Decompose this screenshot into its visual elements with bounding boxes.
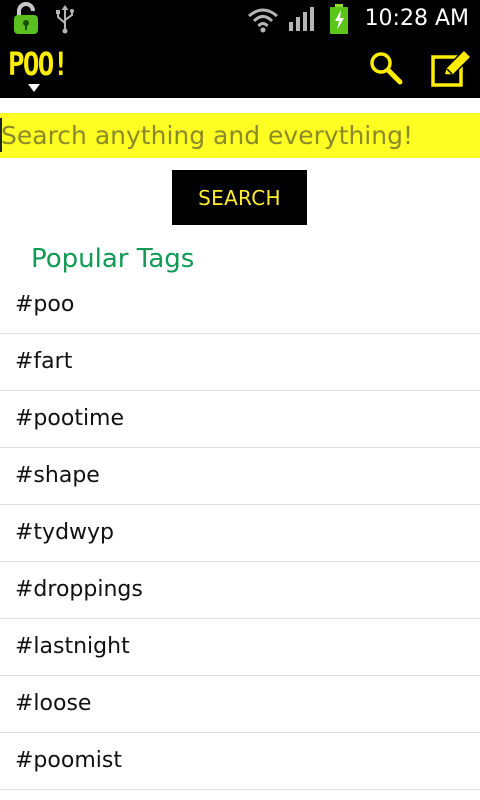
caret-down-icon: [28, 84, 40, 92]
usb-icon: [56, 5, 74, 34]
tag-item[interactable]: #fart: [0, 334, 480, 391]
wifi-icon: [248, 8, 278, 33]
popular-tags-title: Popular Tags: [31, 244, 195, 274]
text-cursor: [0, 118, 2, 152]
tag-item[interactable]: #shape: [0, 448, 480, 505]
tag-list: #poo #fart #pootime #shape #tydwyp #drop…: [0, 277, 480, 790]
action-bar: POO!: [0, 38, 480, 98]
tag-item[interactable]: #lastnight: [0, 619, 480, 676]
tag-item[interactable]: #loose: [0, 676, 480, 733]
search-icon[interactable]: [368, 50, 404, 86]
lock-icon: [14, 2, 38, 34]
signal-icon: [289, 7, 314, 31]
battery-charging-icon: [330, 4, 348, 34]
app-logo[interactable]: POO!: [8, 46, 74, 92]
tag-item[interactable]: #poomist: [0, 733, 480, 790]
search-button[interactable]: SEARCH: [172, 170, 307, 225]
status-time: 10:28 AM: [364, 6, 469, 31]
app-logo-text: POO!: [8, 45, 69, 83]
compose-icon[interactable]: [430, 48, 474, 88]
tag-item[interactable]: #droppings: [0, 562, 480, 619]
tag-item[interactable]: #pootime: [0, 391, 480, 448]
tag-item[interactable]: #tydwyp: [0, 505, 480, 562]
search-input[interactable]: [0, 113, 480, 158]
tag-item[interactable]: #poo: [0, 277, 480, 334]
status-bar: 10:28 AM: [0, 0, 480, 38]
